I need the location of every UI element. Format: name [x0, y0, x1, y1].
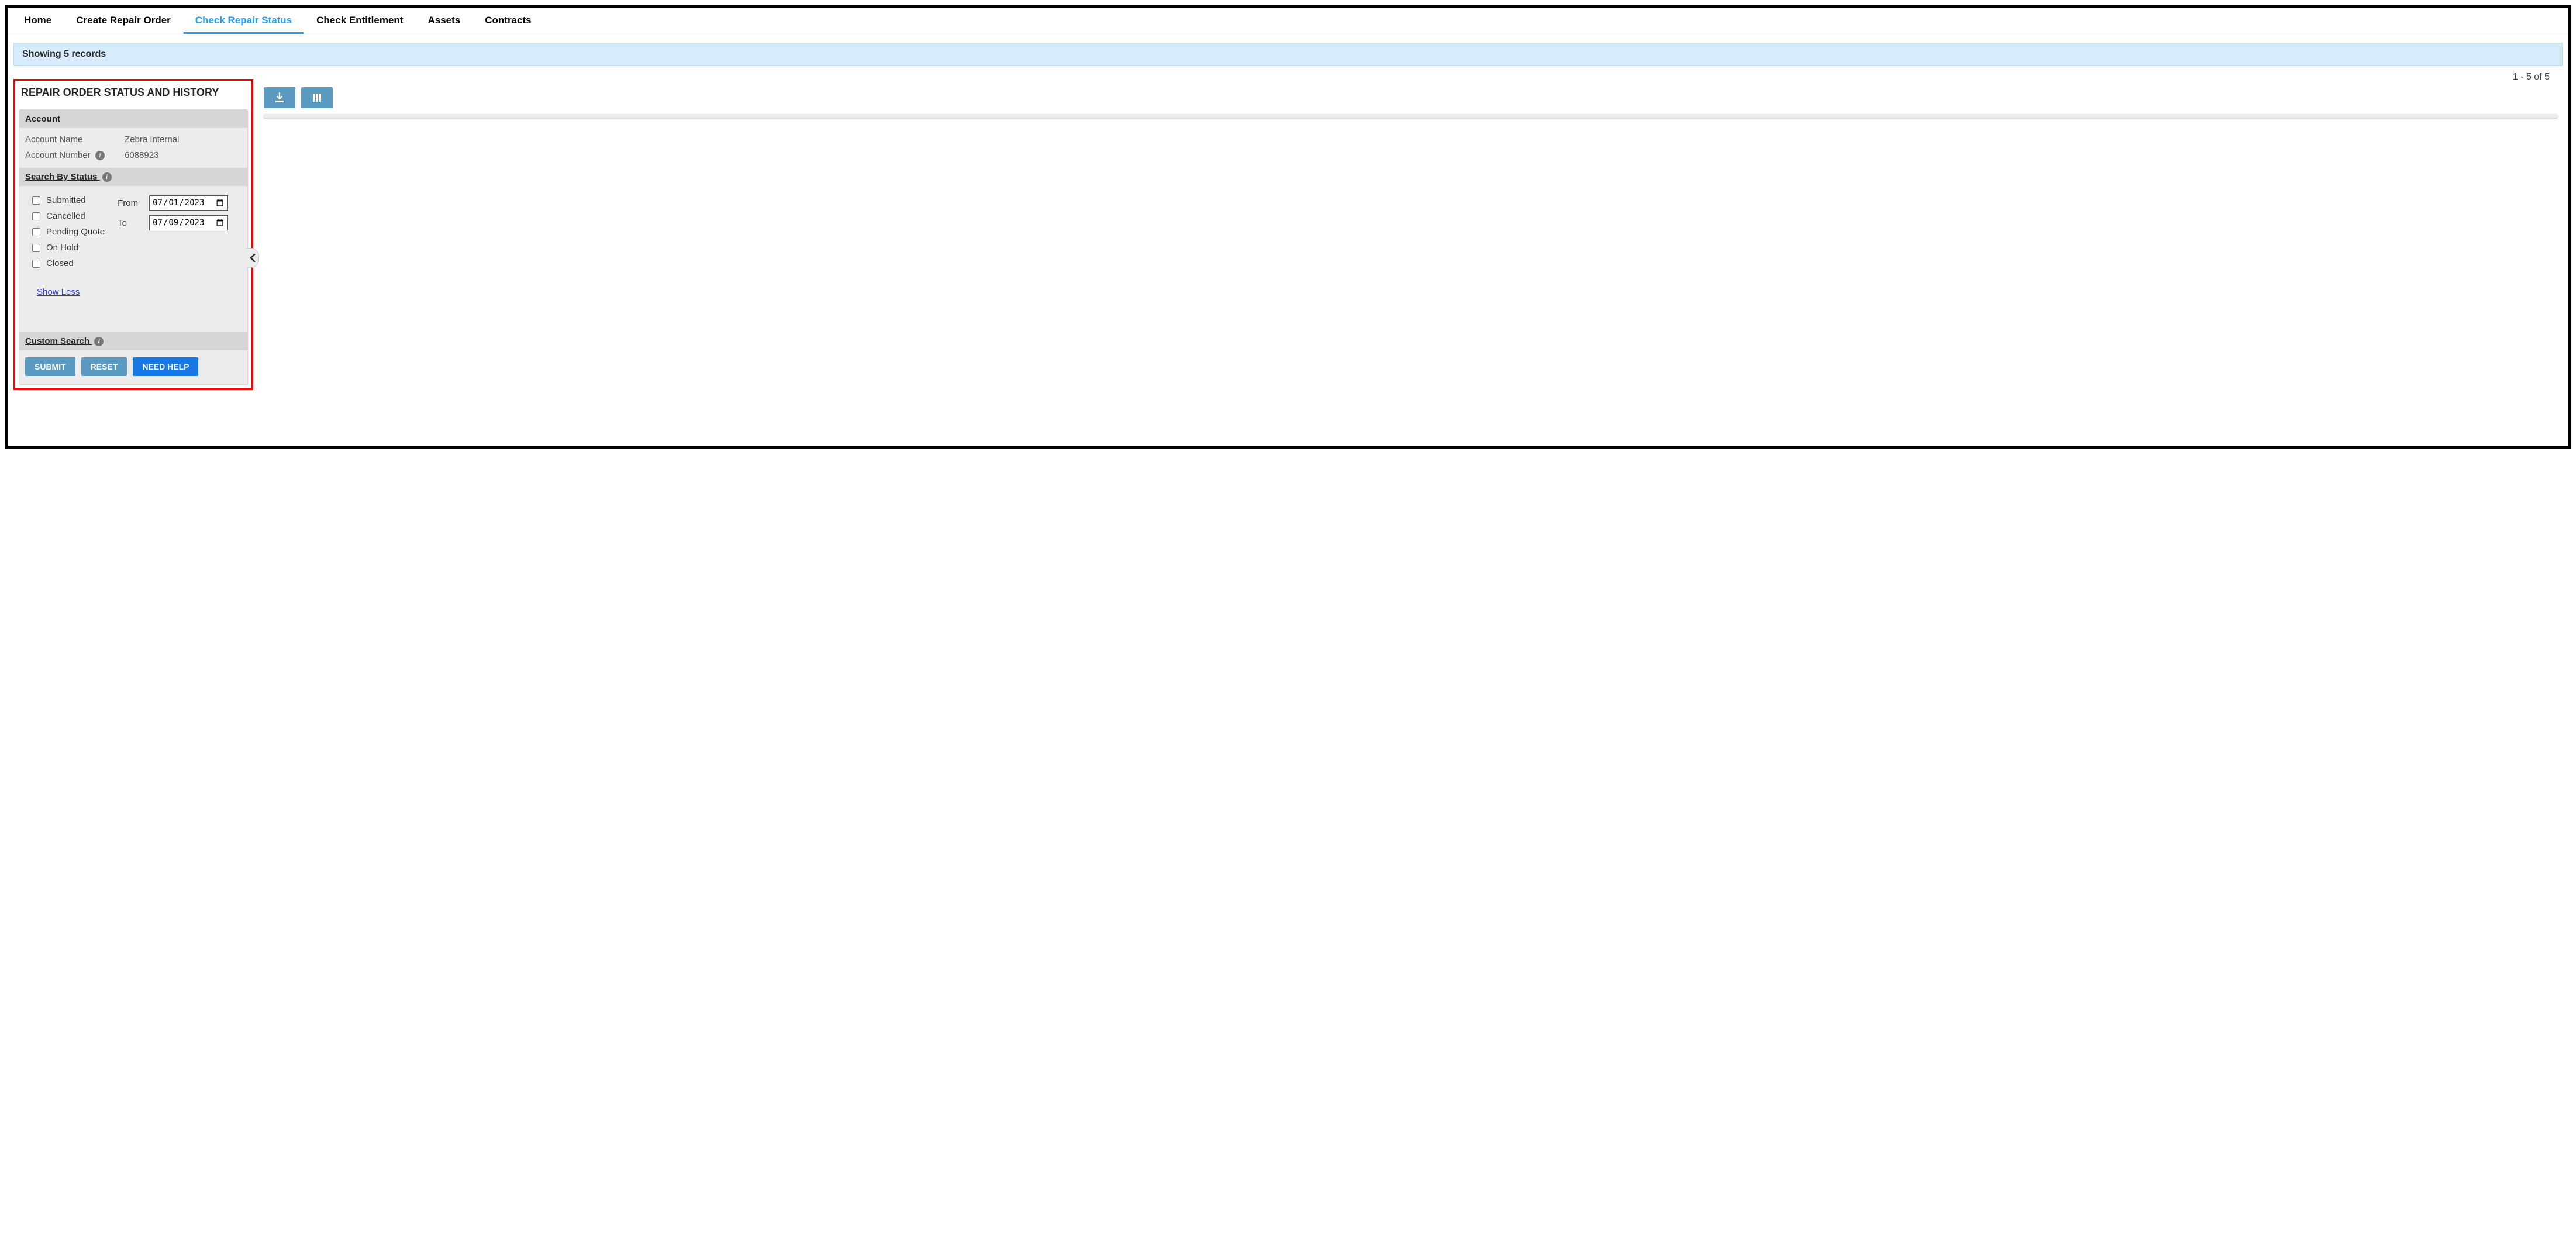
reset-button[interactable]: RESET — [81, 357, 127, 376]
from-date-input[interactable] — [149, 195, 228, 211]
download-button[interactable] — [264, 87, 295, 108]
columns-icon — [311, 92, 323, 103]
account-number-label: Account Number i — [25, 150, 125, 160]
account-name-value: Zebra Internal — [125, 134, 179, 144]
nav-check-repair-status[interactable]: Check Repair Status — [184, 8, 304, 34]
nav-check-entitlement[interactable]: Check Entitlement — [305, 8, 415, 34]
table-header-rule — [264, 114, 2558, 118]
status-option-cancelled[interactable]: Cancelled — [32, 211, 105, 221]
sidebar-highlight: REPAIR ORDER STATUS AND HISTORY Account … — [13, 79, 253, 390]
submit-button[interactable]: SUBMIT — [25, 357, 75, 376]
status-option-closed[interactable]: Closed — [32, 258, 105, 268]
nav-contracts[interactable]: Contracts — [473, 8, 543, 34]
search-by-status-header[interactable]: Search By Status i — [19, 168, 247, 186]
info-icon[interactable]: i — [94, 337, 104, 346]
account-number-value: 6088923 — [125, 150, 158, 160]
custom-search-header[interactable]: Custom Search i — [19, 332, 247, 350]
checkbox-closed[interactable] — [32, 260, 40, 268]
to-date-label: To — [118, 218, 143, 228]
status-option-submitted[interactable]: Submitted — [32, 195, 105, 205]
download-icon — [274, 92, 285, 103]
need-help-button[interactable]: NEED HELP — [133, 357, 198, 376]
account-header: Account — [19, 110, 247, 128]
collapse-handle[interactable] — [246, 248, 259, 268]
show-less-link[interactable]: Show Less — [19, 273, 247, 332]
checkbox-cancelled[interactable] — [32, 212, 40, 220]
status-option-on-hold[interactable]: On Hold — [32, 243, 105, 253]
nav-assets[interactable]: Assets — [416, 8, 472, 34]
checkbox-on-hold[interactable] — [32, 244, 40, 252]
records-status-bar: Showing 5 records — [13, 43, 2563, 66]
from-date-label: From — [118, 198, 143, 208]
info-icon[interactable]: i — [95, 151, 105, 160]
columns-button[interactable] — [301, 87, 333, 108]
info-icon[interactable]: i — [102, 172, 112, 182]
account-name-label: Account Name — [25, 134, 125, 144]
filter-panel: Account Account Name Zebra Internal Acco… — [19, 109, 248, 385]
nav-create-repair-order[interactable]: Create Repair Order — [64, 8, 182, 34]
to-date-input[interactable] — [149, 215, 228, 230]
sidebar-title: REPAIR ORDER STATUS AND HISTORY — [19, 83, 248, 109]
status-option-pending-quote[interactable]: Pending Quote — [32, 227, 105, 237]
top-nav: Home Create Repair Order Check Repair St… — [8, 8, 2568, 34]
nav-home[interactable]: Home — [12, 8, 63, 34]
chevron-left-icon — [250, 254, 256, 262]
checkbox-pending-quote[interactable] — [32, 228, 40, 236]
checkbox-submitted[interactable] — [32, 196, 40, 205]
